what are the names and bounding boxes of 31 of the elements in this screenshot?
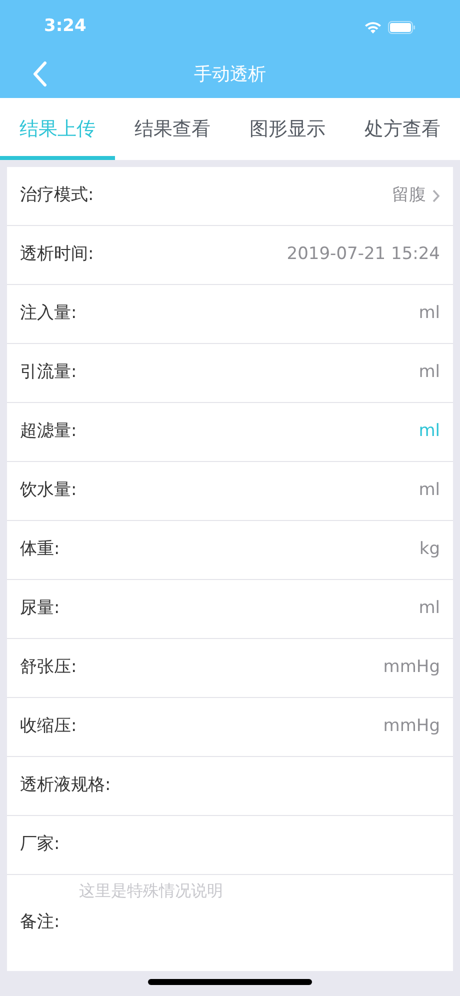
field-label: 治疗模式:: [20, 184, 94, 208]
status-time: 3:24: [44, 15, 86, 38]
field-label: 注入量:: [20, 302, 77, 326]
back-icon: [33, 61, 47, 87]
field-label: 透析液规格:: [20, 774, 111, 798]
tab[interactable]: 结果查看: [115, 98, 230, 160]
unit-label: ml: [418, 597, 440, 620]
field-label: 饮水量:: [20, 479, 77, 502]
unit-label: ml: [418, 361, 440, 384]
unit-label: kg: [419, 538, 440, 562]
note-field[interactable]: 这里是特殊情况说明: [79, 879, 439, 965]
field-label: 透析时间:: [20, 243, 94, 266]
field-label: 超滤量:: [20, 420, 77, 444]
field-label: 收缩压:: [20, 715, 77, 738]
chevron-icon: [432, 189, 440, 203]
unit-label: ml: [418, 420, 440, 444]
unit-label: ml: [418, 302, 440, 326]
unit-label: mmHg: [383, 715, 440, 738]
field-label: 引流量:: [20, 361, 77, 384]
battery-icon: [388, 20, 416, 34]
field-label: 备注:: [20, 911, 60, 934]
unit-label: ml: [418, 479, 440, 502]
field-label: 舒张压:: [20, 656, 77, 680]
tab[interactable]: 图形显示: [230, 98, 345, 160]
page-title: 手动透析: [194, 62, 266, 86]
field-label: 体重:: [20, 538, 60, 562]
unit-label: mmHg: [383, 656, 440, 680]
wifi-icon: [364, 20, 382, 34]
tab[interactable]: 处方查看: [345, 98, 460, 160]
field-label: 厂家:: [20, 833, 60, 856]
field-label: 尿量:: [20, 597, 60, 620]
